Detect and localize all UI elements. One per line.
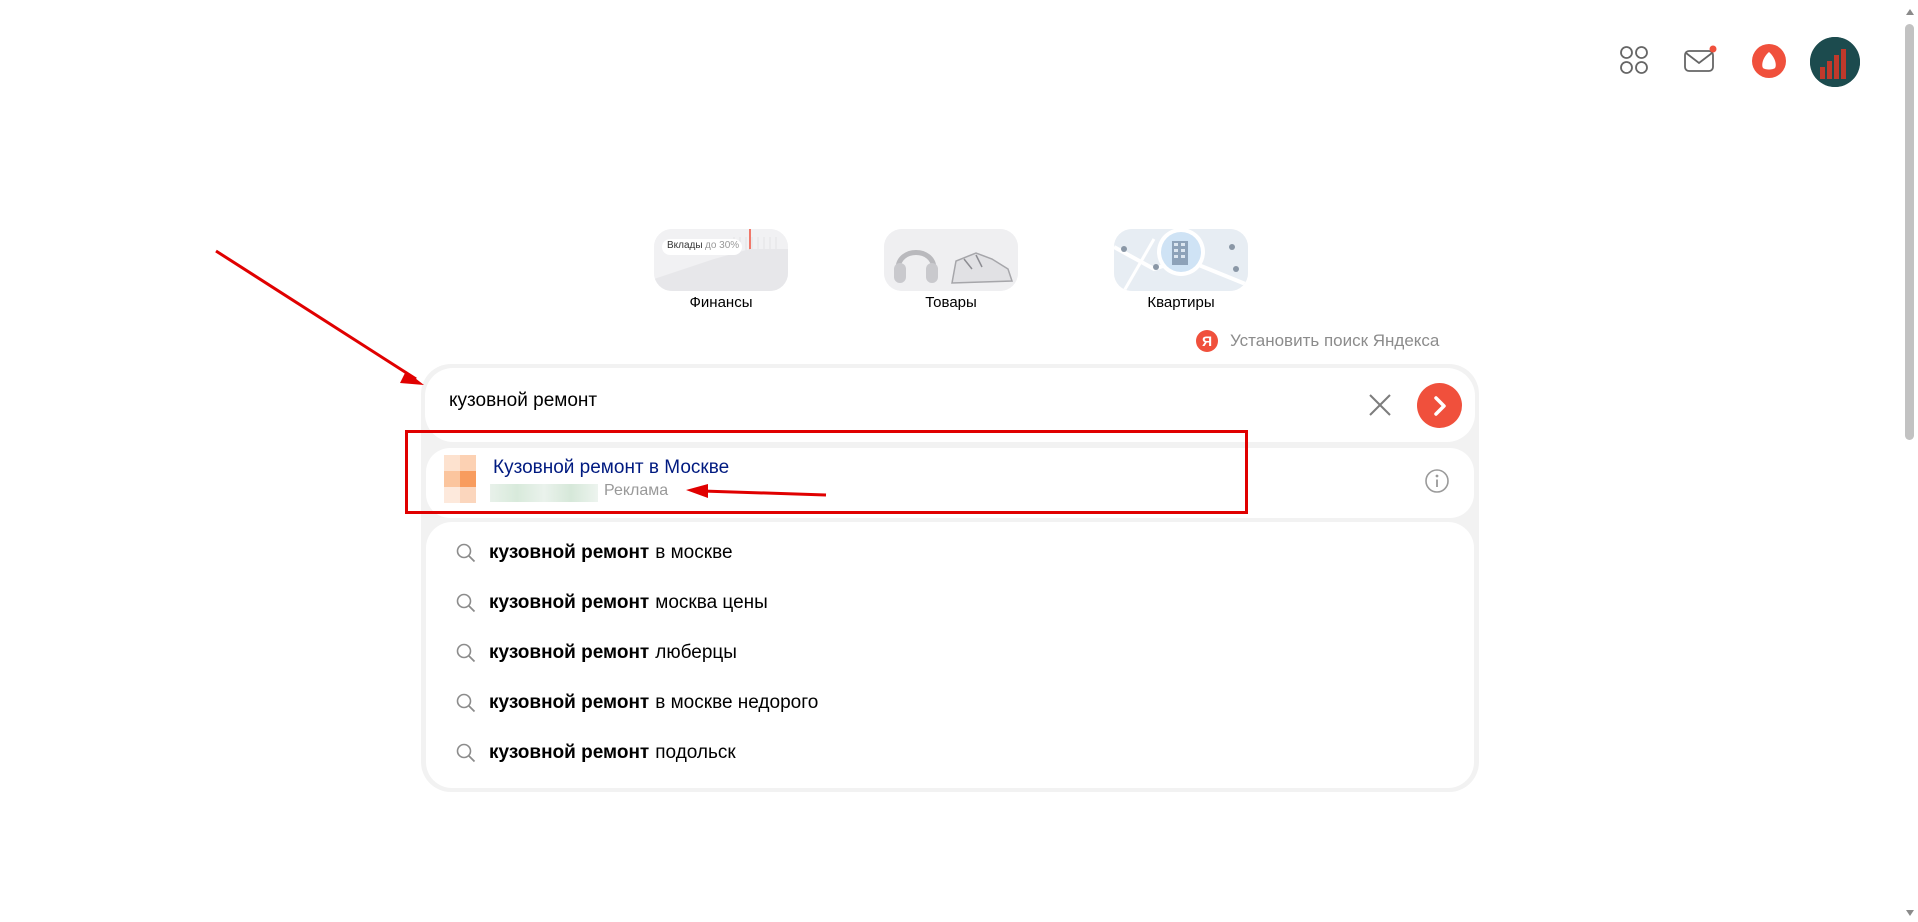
scroll-thumb[interactable] bbox=[1905, 24, 1914, 440]
scroll-up-icon[interactable] bbox=[1906, 9, 1914, 15]
annotation-arrow-to-search bbox=[215, 249, 417, 381]
annotation-arrows bbox=[215, 249, 827, 498]
scroll-down-icon[interactable] bbox=[1906, 910, 1914, 916]
annotation-arrow-to-ad-label bbox=[701, 489, 827, 497]
scrollbar[interactable] bbox=[1901, 0, 1918, 922]
